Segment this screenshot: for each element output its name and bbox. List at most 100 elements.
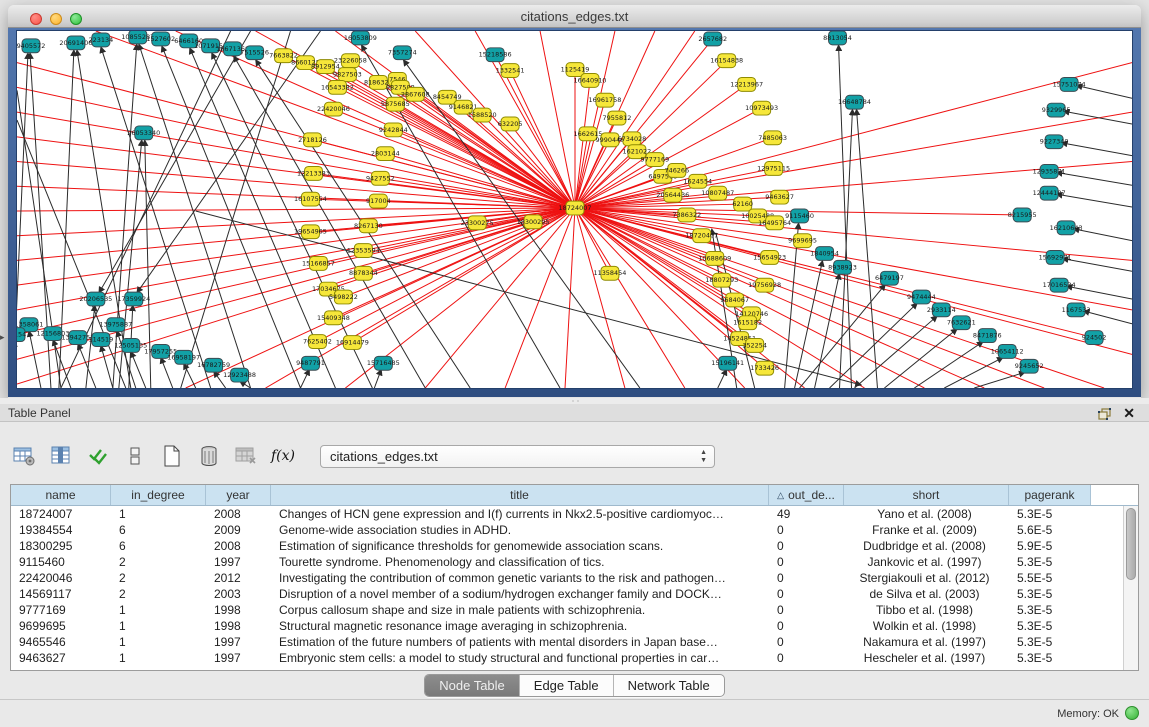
tab-edge-table[interactable]: Edge Table bbox=[520, 675, 614, 696]
graph-edge[interactable] bbox=[1061, 143, 1132, 156]
graph-node[interactable]: 12505135 bbox=[114, 339, 147, 353]
graph-node[interactable]: 9329965 bbox=[1042, 103, 1071, 117]
column-select-icon[interactable] bbox=[47, 442, 75, 470]
graph-edge[interactable] bbox=[1062, 258, 1132, 271]
graph-edge[interactable] bbox=[718, 369, 727, 388]
graph-node[interactable]: 16648784 bbox=[838, 95, 871, 109]
network-canvas[interactable]: 9405572206914062231341085528715276026466… bbox=[16, 30, 1133, 389]
graph-node[interactable]: 1615182 bbox=[733, 316, 762, 330]
graph-node[interactable]: 15692971 bbox=[1039, 251, 1072, 265]
graph-edge[interactable] bbox=[565, 208, 575, 388]
graph-edge[interactable] bbox=[161, 357, 173, 388]
table-row[interactable]: 1872400712008Changes of HCN gene express… bbox=[11, 506, 1123, 522]
graph-edge[interactable] bbox=[914, 342, 983, 388]
graph-node[interactable]: 62160 bbox=[732, 197, 753, 211]
graph-node[interactable]: 9699695 bbox=[788, 234, 817, 248]
graph-edge[interactable] bbox=[284, 56, 575, 208]
graph-node[interactable]: 12935871 bbox=[1033, 165, 1066, 179]
graph-node[interactable]: 7515526 bbox=[240, 46, 269, 60]
graph-edge[interactable] bbox=[1056, 194, 1132, 207]
table-row[interactable]: 946554611997Estimation of the future num… bbox=[11, 634, 1123, 650]
graph-node[interactable]: 1588520 bbox=[468, 108, 497, 122]
graph-node[interactable]: 1624554 bbox=[683, 174, 712, 188]
graph-node[interactable]: 1840954 bbox=[810, 247, 839, 261]
graph-node[interactable]: 5498222 bbox=[329, 290, 358, 304]
graph-node[interactable]: 632205 bbox=[498, 117, 523, 131]
graph-node[interactable]: 1167533 bbox=[1062, 303, 1091, 317]
graph-node[interactable]: 15716485 bbox=[367, 356, 400, 370]
table-row[interactable]: 1830029562008Estimation of significance … bbox=[11, 538, 1123, 554]
graph-node[interactable]: 16053809 bbox=[344, 31, 377, 45]
graph-node[interactable]: 12923488 bbox=[223, 368, 256, 382]
graph-node[interactable]: 11358454 bbox=[593, 266, 626, 280]
network-window-titlebar[interactable]: citations_edges.txt bbox=[8, 5, 1141, 28]
graph-node[interactable]: 8215955 bbox=[1008, 208, 1037, 222]
graph-node[interactable]: 12353594 bbox=[347, 244, 380, 258]
graph-node[interactable]: 917004 bbox=[366, 194, 391, 208]
graph-node[interactable]: 9227340 bbox=[1040, 135, 1069, 149]
table-row[interactable]: 1456911722003Disruption of a novel membe… bbox=[11, 586, 1123, 602]
table-row[interactable]: 911546021997Tourette syndrome. Phenomeno… bbox=[11, 554, 1123, 570]
graph-node[interactable]: 9684067 bbox=[720, 293, 749, 307]
graph-node[interactable]: 352254 bbox=[742, 339, 767, 353]
delete-table-icon[interactable] bbox=[232, 442, 260, 470]
graph-node[interactable]: 15166857 bbox=[302, 256, 335, 270]
close-panel-icon[interactable]: ✕ bbox=[1123, 405, 1135, 422]
graph-node[interactable]: 7485063 bbox=[758, 131, 787, 145]
row-height-icon[interactable] bbox=[121, 442, 149, 470]
table-settings-icon[interactable] bbox=[10, 442, 38, 470]
graph-node[interactable]: 16107554 bbox=[294, 192, 327, 206]
graph-node[interactable]: 924502 bbox=[1082, 331, 1107, 345]
graph-node[interactable]: 12444187 bbox=[1033, 186, 1066, 200]
graph-node[interactable]: 17016534 bbox=[1043, 278, 1076, 292]
graph-node[interactable]: 26053340 bbox=[127, 126, 160, 140]
graph-edge[interactable] bbox=[1066, 286, 1132, 299]
graph-node[interactable]: 12975115 bbox=[757, 162, 790, 176]
graph-edge[interactable] bbox=[974, 372, 1025, 388]
table-row[interactable]: 969969511998Structural magnetic resonanc… bbox=[11, 618, 1123, 634]
graph-node[interactable]: 20564436 bbox=[656, 188, 689, 202]
select-all-icon[interactable] bbox=[84, 442, 112, 470]
graph-node[interactable]: 10654112 bbox=[991, 344, 1024, 358]
graph-node[interactable]: 10807487 bbox=[701, 186, 734, 200]
divider-grip-icon[interactable] bbox=[571, 399, 580, 403]
column-header-title[interactable]: title bbox=[271, 485, 769, 505]
column-header-in_degree[interactable]: in_degree bbox=[111, 485, 206, 505]
tab-node-table[interactable]: Node Table bbox=[425, 675, 520, 696]
graph-node[interactable]: 9245652 bbox=[1015, 359, 1044, 373]
graph-edge[interactable] bbox=[575, 208, 924, 388]
graph-node[interactable]: 9777169 bbox=[640, 153, 669, 167]
column-header-pagerank[interactable]: pagerank bbox=[1009, 485, 1091, 505]
graph-node[interactable]: 18807293 bbox=[705, 273, 738, 287]
graph-node[interactable]: 39154 bbox=[17, 328, 26, 342]
graph-node[interactable]: 223134 bbox=[89, 33, 114, 47]
graph-node[interactable]: 20691406 bbox=[59, 36, 92, 50]
graph-node[interactable]: 10973493 bbox=[745, 101, 778, 115]
graph-edge[interactable] bbox=[17, 208, 575, 211]
graph-edge[interactable] bbox=[884, 329, 957, 388]
graph-node[interactable]: 7357274 bbox=[388, 46, 417, 60]
graph-node[interactable]: 19756928 bbox=[748, 278, 781, 292]
graph-node[interactable]: 2657682 bbox=[698, 32, 727, 46]
graph-node[interactable]: 7632621 bbox=[947, 316, 976, 330]
graph-edge[interactable] bbox=[856, 109, 877, 388]
graph-node[interactable]: 746266 bbox=[664, 164, 689, 178]
graph-node[interactable]: 2803144 bbox=[371, 147, 400, 161]
graph-node[interactable]: 17359924 bbox=[117, 292, 150, 306]
graph-node[interactable]: 15409348 bbox=[317, 311, 350, 325]
table-scrollbar[interactable] bbox=[1123, 506, 1138, 670]
new-file-icon[interactable] bbox=[158, 442, 186, 470]
column-header-out_de[interactable]: △out_de... bbox=[769, 485, 844, 505]
graph-node[interactable]: 16154838 bbox=[710, 54, 743, 68]
graph-edge[interactable] bbox=[131, 351, 146, 388]
graph-edge[interactable] bbox=[99, 31, 251, 293]
table-selector-dropdown[interactable]: citations_edges.txt ▲▼ bbox=[320, 445, 715, 468]
graph-edge[interactable] bbox=[333, 109, 575, 208]
column-header-year[interactable]: year bbox=[206, 485, 271, 505]
graph-edge[interactable] bbox=[510, 124, 575, 208]
graph-node[interactable]: 16914479 bbox=[336, 336, 369, 350]
graph-edge[interactable] bbox=[184, 363, 196, 388]
graph-edge[interactable] bbox=[101, 47, 211, 388]
table-row[interactable]: 977716911998Corpus callosum shape and si… bbox=[11, 602, 1123, 618]
function-icon[interactable]: f(x) bbox=[269, 442, 297, 470]
